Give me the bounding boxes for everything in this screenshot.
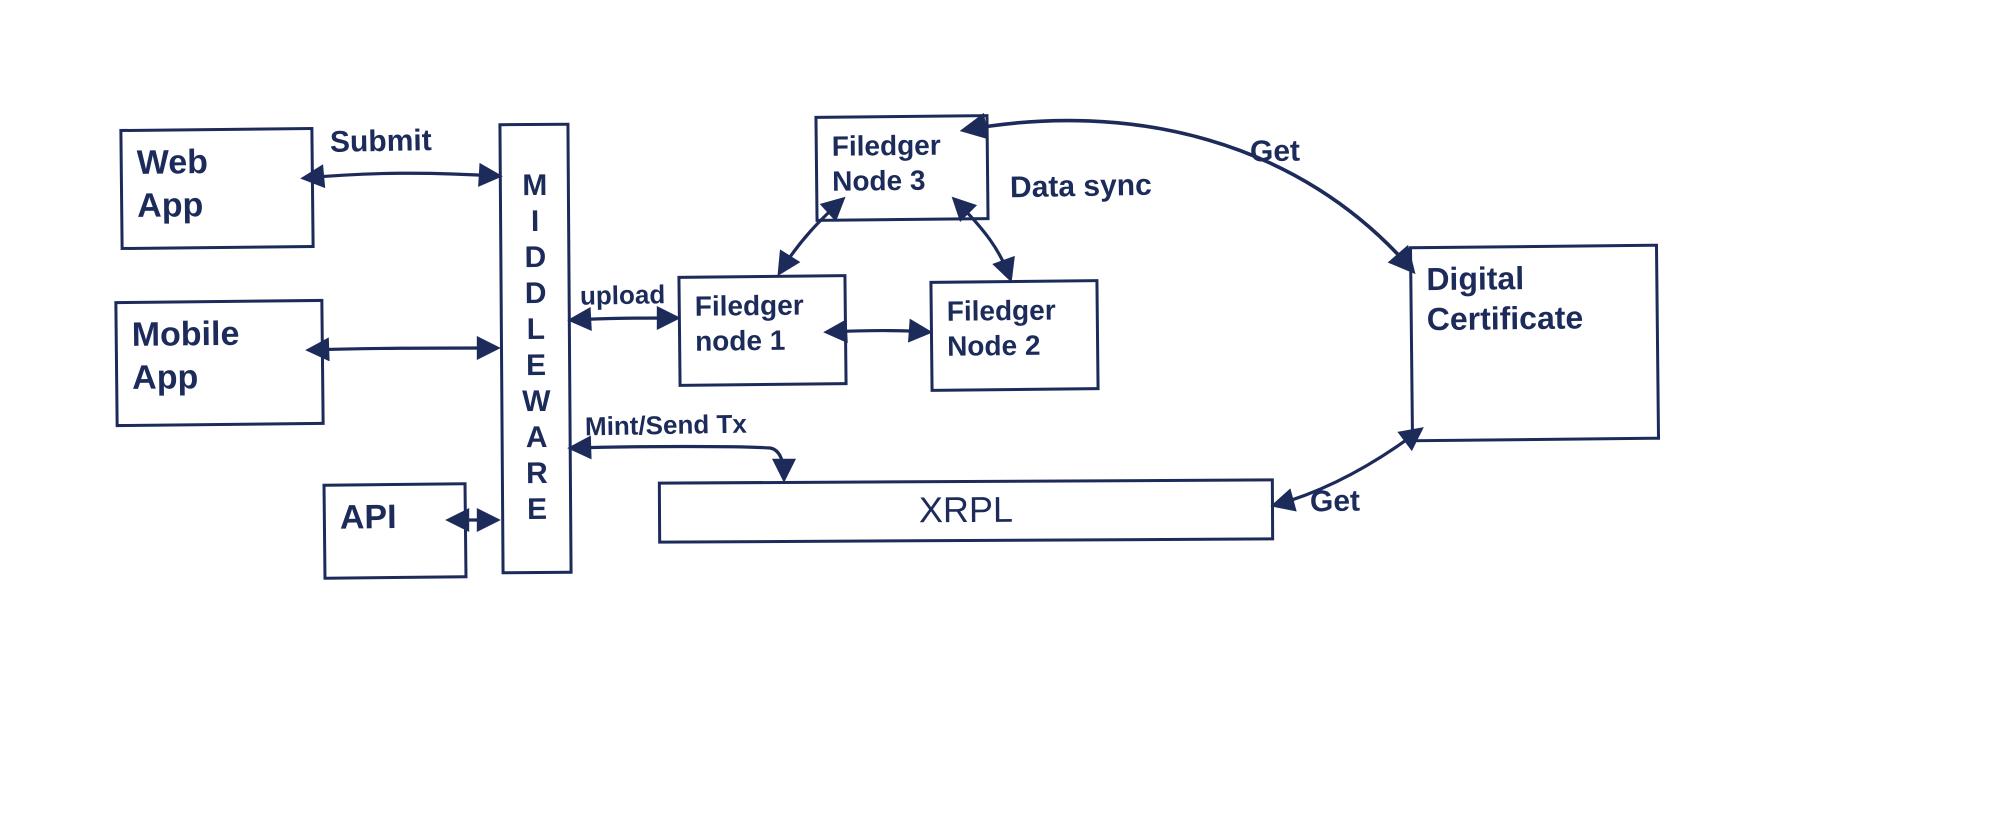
- diagram-canvas: { "nodes": { "web_app": "Web\nApp", "mob…: [0, 0, 2000, 837]
- node-digital-certificate: DigitalCertificate: [1409, 244, 1660, 443]
- node-api: API: [323, 482, 468, 580]
- edge-middleware-xrpl: [572, 447, 784, 479]
- node-filedger-3-label: FiledgerNode 3: [832, 130, 941, 197]
- node-xrpl: XRPL: [658, 478, 1274, 543]
- node-filedger-1: Filedgernode 1: [677, 274, 847, 387]
- edge-middleware-node1: [572, 318, 676, 320]
- edge-webapp-middleware: [305, 173, 498, 178]
- node-middleware-label: MIDDLEWARE: [517, 168, 554, 528]
- edge-mobileapp-middleware: [310, 348, 496, 350]
- node-filedger-1-label: Filedgernode 1: [695, 290, 804, 357]
- node-filedger-2: FiledgerNode 2: [929, 279, 1099, 392]
- node-mobile-app-label: MobileApp: [132, 315, 240, 397]
- node-mobile-app: MobileApp: [114, 299, 324, 427]
- edge-label-get-top: Get: [1250, 135, 1301, 170]
- edge-label-data-sync: Data sync: [1010, 169, 1152, 205]
- edge-label-mint-send-tx: Mint/Send Tx: [585, 409, 747, 443]
- node-web-app-label: WebApp: [137, 143, 209, 224]
- edge-label-get-bottom: Get: [1310, 485, 1361, 520]
- node-web-app: WebApp: [119, 127, 314, 250]
- node-filedger-3: FiledgerNode 3: [814, 114, 989, 222]
- node-filedger-2-label: FiledgerNode 2: [947, 295, 1056, 362]
- node-api-label: API: [340, 498, 397, 537]
- node-middleware: MIDDLEWARE: [498, 123, 572, 574]
- edge-label-submit: Submit: [330, 124, 432, 160]
- node-digital-certificate-label: DigitalCertificate: [1426, 260, 1583, 337]
- edge-label-upload: upload: [580, 279, 666, 311]
- node-xrpl-label: XRPL: [919, 489, 1013, 530]
